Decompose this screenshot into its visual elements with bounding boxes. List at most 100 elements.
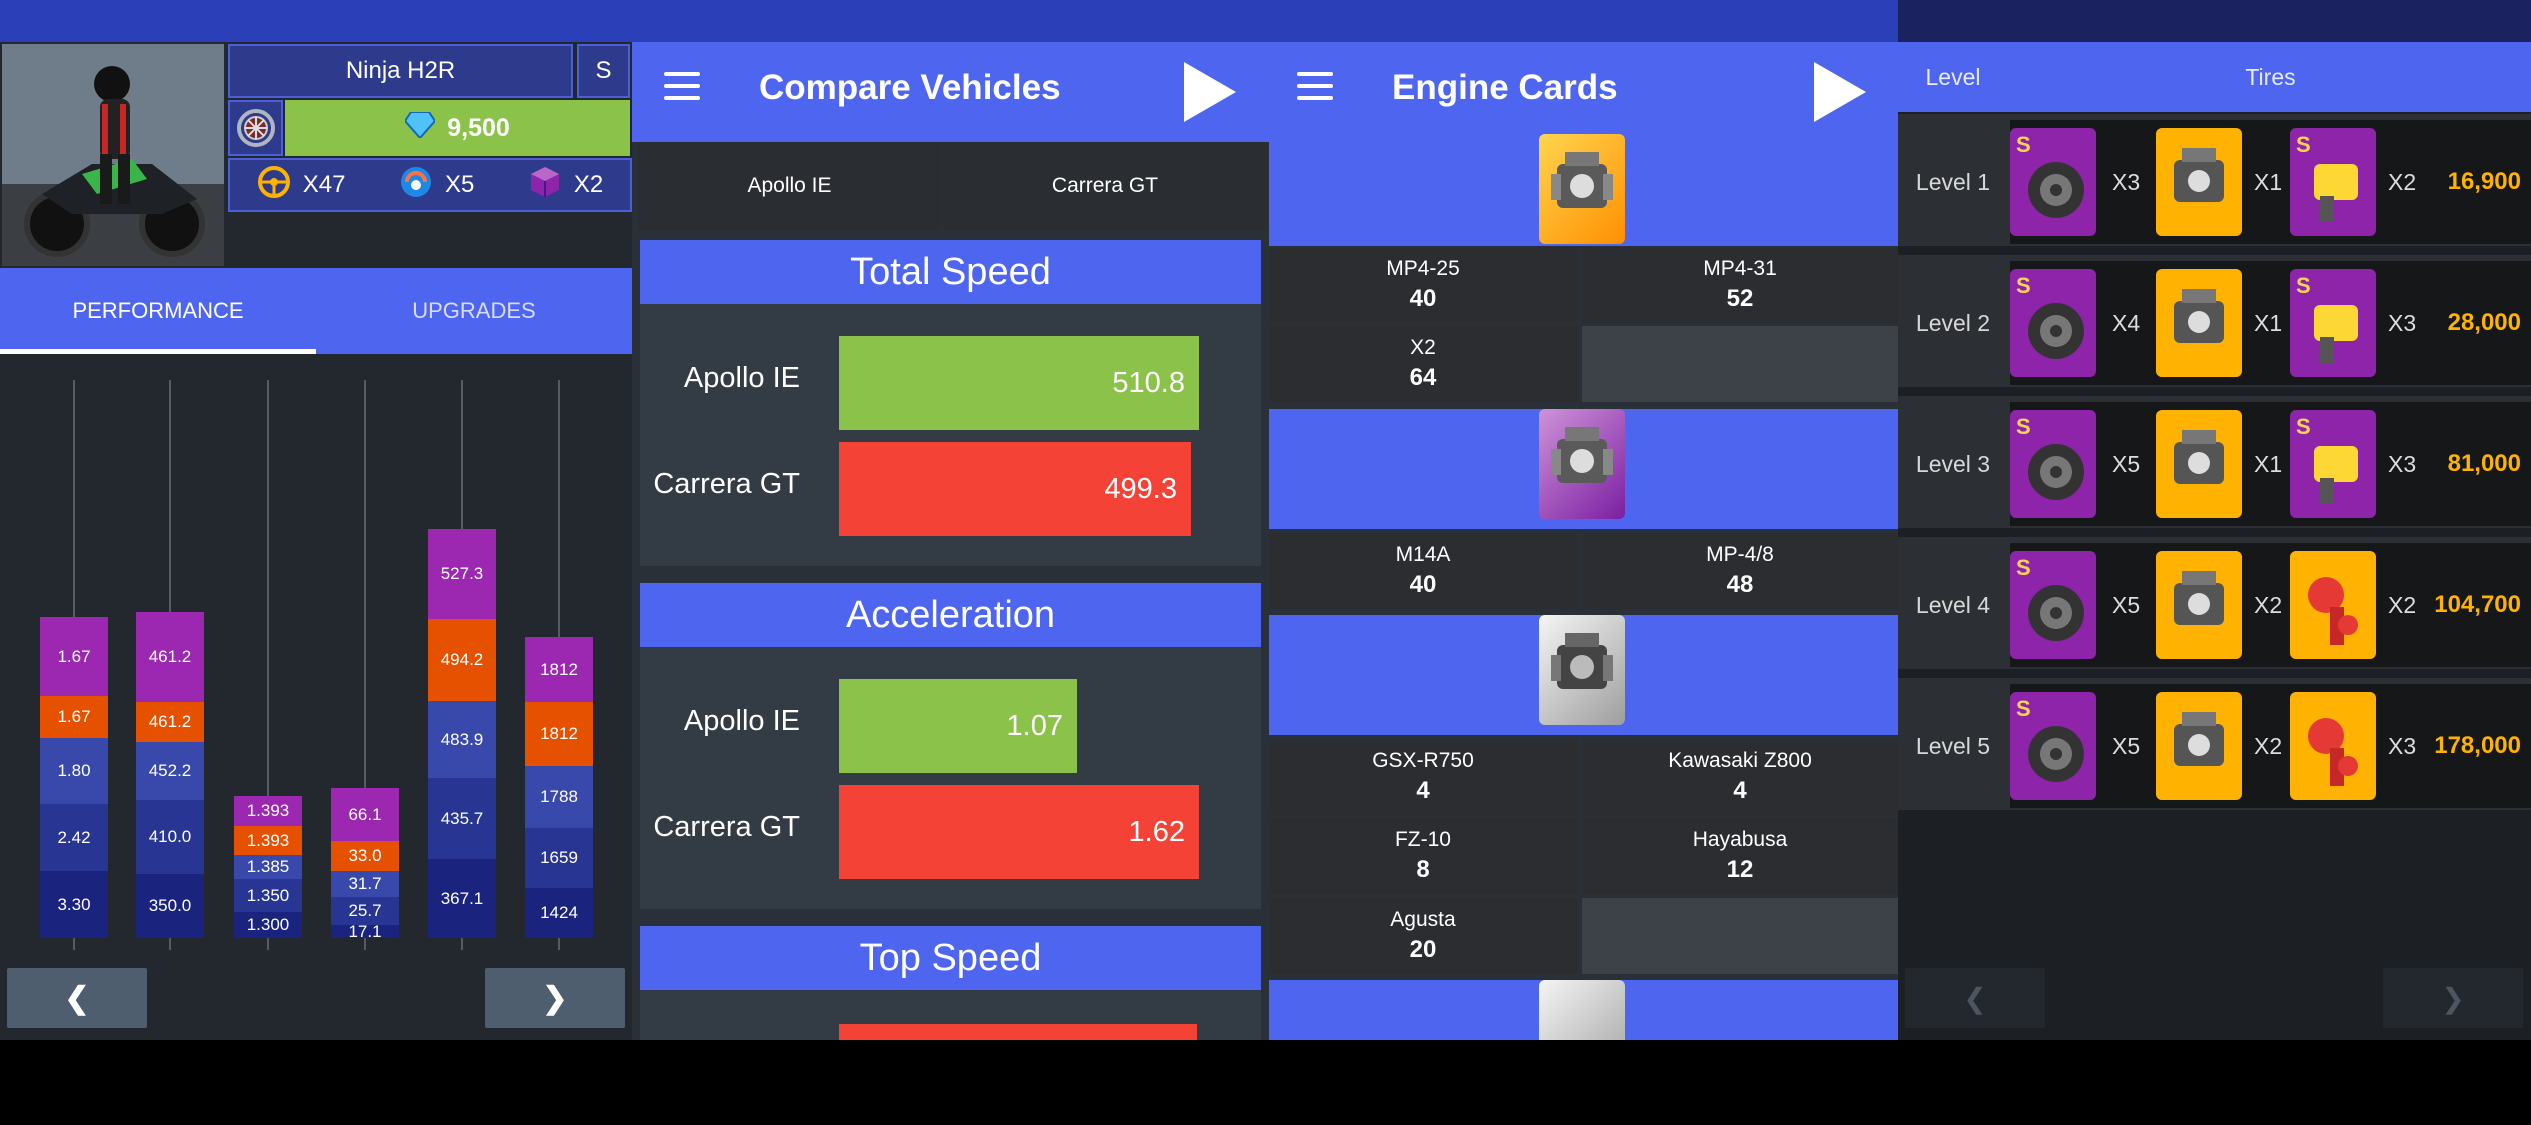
engine-cell[interactable]: Agusta 20 xyxy=(1269,898,1577,974)
engine-cell[interactable]: MP4-31 52 xyxy=(1582,247,1898,323)
prev-button[interactable]: ❮ xyxy=(7,968,147,1028)
next-button[interactable]: ❯ xyxy=(485,968,625,1028)
hamburger-menu-icon[interactable] xyxy=(664,72,700,112)
engine-name: Agusta xyxy=(1390,908,1456,931)
level-label: Level 1 xyxy=(1915,168,1991,195)
engine-value: 12 xyxy=(1726,856,1754,883)
stack-segment: 461.2 xyxy=(136,702,204,742)
part-quantity: X1 xyxy=(2254,309,2283,336)
level-label: Level 5 xyxy=(1915,732,1991,759)
stack-segment: 3.30 xyxy=(40,871,108,938)
level-price: 104,700 xyxy=(2434,591,2521,618)
bike-photo xyxy=(2,44,224,266)
stack-segment: 483.9 xyxy=(428,701,496,778)
play-icon[interactable] xyxy=(1814,62,1866,122)
svg-text:S: S xyxy=(2016,696,2031,721)
engine-value: 48 xyxy=(1726,571,1754,598)
blue-token-icon xyxy=(399,165,433,206)
engine-cell[interactable]: Kawasaki Z800 4 xyxy=(1582,739,1898,815)
bike-name: Ninja H2R xyxy=(228,44,573,98)
engine-name: MP4-25 xyxy=(1386,257,1460,280)
stat-card-acceleration: Acceleration Apollo IE 1.07 Carrera GT 1… xyxy=(640,583,1261,909)
stack-segment: 1.350 xyxy=(234,879,302,912)
part-quantity: X5 xyxy=(2112,591,2141,618)
vehicle-label: Carrera GT xyxy=(653,811,800,843)
engine-value: 52 xyxy=(1726,285,1754,312)
resource-cube: X2 xyxy=(528,165,603,206)
stack-segment: 1424 xyxy=(525,888,593,938)
tire-card-icon: S xyxy=(2010,410,2096,518)
part-quantity: X3 xyxy=(2388,732,2417,759)
silver-engine-card-icon[interactable] xyxy=(1539,980,1625,1040)
tab-performance[interactable]: PERFORMANCE xyxy=(0,268,316,354)
vehicle-column-1[interactable]: Apollo IE xyxy=(638,142,941,230)
purple-engine-card-icon[interactable] xyxy=(1539,409,1625,519)
tab-upgrades[interactable]: UPGRADES xyxy=(316,268,632,354)
level-requirements: S X5 X2 X2 104,700 xyxy=(2010,543,2531,667)
tire-card-icon: S xyxy=(2010,269,2096,377)
part-quantity: X2 xyxy=(2254,591,2283,618)
status-bar xyxy=(1898,0,2531,42)
stat-value: 1.62 xyxy=(1128,815,1185,848)
engine-cell[interactable]: FZ-10 8 xyxy=(1269,818,1577,894)
part-quantity: X3 xyxy=(2112,168,2141,195)
part-quantity: X3 xyxy=(2388,450,2417,477)
resource-count: X5 xyxy=(444,171,475,198)
performance-stack-chart: 3.30 2.42 1.80 1.67 1.67 350.0 410.0 452.2 461.2… xyxy=(0,354,632,954)
level-row[interactable]: Level 3 S X5 X1 S X3 81,000 xyxy=(1898,396,2531,532)
stat-bar: 510.8 xyxy=(839,336,1199,430)
level-row[interactable]: Level 2 S X4 X1 S X3 28,000 xyxy=(1898,255,2531,391)
resource-steering: X47 xyxy=(257,165,345,206)
engine-name: X2 xyxy=(1410,336,1436,359)
stat-bar: 1.62 xyxy=(839,785,1199,879)
stat-value: 499.3 xyxy=(1104,472,1177,505)
red-part-card-icon xyxy=(2290,551,2376,659)
purple-cube-icon xyxy=(528,165,562,206)
level-requirements: S X4 X1 S X3 28,000 xyxy=(2010,261,2531,385)
engine-cell[interactable]: MP4-25 40 xyxy=(1269,247,1577,323)
level-row[interactable]: Level 1 S X3 X1 S X2 16,900 xyxy=(1898,114,2531,250)
engine-cell[interactable]: X2 64 xyxy=(1269,326,1577,402)
engine-value: 8 xyxy=(1416,856,1430,883)
engine-cell[interactable]: Hayabusa 12 xyxy=(1582,818,1898,894)
engine-name: GSX-R750 xyxy=(1372,749,1474,772)
bike-details-panel: Ninja H2R S 9,500 X47 X5 X2 PERFORMANCE … xyxy=(0,0,632,1040)
stack-segment: 1659 xyxy=(525,828,593,888)
engine-cell[interactable]: GSX-R750 4 xyxy=(1269,739,1577,815)
level-price: 178,000 xyxy=(2434,732,2521,759)
stack-segment: 1.67 xyxy=(40,696,108,738)
level-row[interactable]: Level 4 S X5 X2 X2 104,700 xyxy=(1898,537,2531,673)
stack-segment: 25.7 xyxy=(331,897,399,925)
engine-card-icon xyxy=(2156,551,2242,659)
svg-text:S: S xyxy=(2016,555,2031,580)
gold-engine-card-icon[interactable] xyxy=(1539,134,1625,244)
stat-value: 1.07 xyxy=(1006,709,1063,742)
part-quantity: X4 xyxy=(2112,309,2141,336)
engine-cell[interactable]: M14A 40 xyxy=(1269,533,1577,609)
stack-segment: 367.1 xyxy=(428,859,496,938)
engine-name: MP4-31 xyxy=(1703,257,1777,280)
prev-button[interactable]: ❮ xyxy=(1905,968,2045,1028)
engine-value: 40 xyxy=(1409,285,1437,312)
stat-title: Top Speed xyxy=(640,926,1261,990)
page-title: Compare Vehicles xyxy=(759,68,1061,107)
engine-card-icon xyxy=(2156,269,2242,377)
level-row[interactable]: Level 5 S X5 X2 X3 178,000 xyxy=(1898,678,2531,814)
stack-segment: 527.3 xyxy=(428,529,496,619)
stack-segment: 1812 xyxy=(525,702,593,766)
tire-upgrades-panel: Level Tires Level 1 S X3 X1 S X2 16,900 Level 2… xyxy=(1898,0,2531,1040)
part-quantity: X1 xyxy=(2254,450,2283,477)
level-price: 28,000 xyxy=(2447,309,2521,336)
resource-row: X47 X5 X2 xyxy=(228,158,632,212)
part-quantity: X1 xyxy=(2254,168,2283,195)
level-label: Level 4 xyxy=(1915,591,1991,618)
yellow-part-card-icon: S xyxy=(2290,410,2376,518)
purchase-cost-button[interactable]: 9,500 xyxy=(285,100,630,156)
play-icon[interactable] xyxy=(1184,62,1236,122)
silver-engine-card-icon[interactable] xyxy=(1539,615,1625,725)
hamburger-menu-icon[interactable] xyxy=(1297,72,1333,112)
next-button[interactable]: ❯ xyxy=(2383,968,2523,1028)
engine-cell[interactable]: MP-4/8 48 xyxy=(1582,533,1898,609)
vehicle-column-2[interactable]: Carrera GT xyxy=(943,142,1267,230)
part-quantity: X5 xyxy=(2112,732,2141,759)
